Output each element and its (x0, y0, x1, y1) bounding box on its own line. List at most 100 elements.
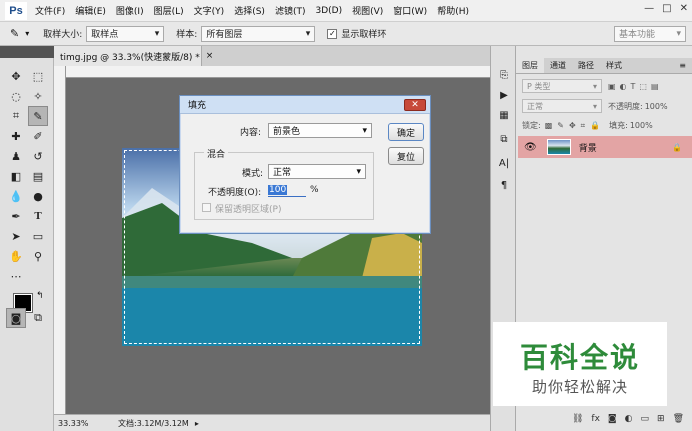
paragraph-panel-icon[interactable]: ¶ (494, 176, 514, 194)
screen-mode-icon[interactable]: ⧉ (28, 308, 48, 328)
delete-layer-icon[interactable]: 🗑 (673, 414, 684, 424)
zoom-level[interactable]: 33.33% (58, 419, 110, 428)
show-ring-checkbox[interactable]: ✓ (327, 28, 338, 39)
layer-name: 背景 (578, 143, 597, 154)
menu-filter[interactable]: 滤镜(T) (275, 4, 306, 17)
watermark-subtitle: 助你轻松解决 (531, 378, 628, 396)
panel-menu-icon[interactable]: ≡ (673, 58, 692, 73)
mode-label: 模式: (242, 169, 264, 179)
tab-styles[interactable]: 样式 (600, 58, 628, 73)
layer-opacity-value[interactable]: 100% (645, 102, 668, 111)
close-tab-icon[interactable]: × (206, 51, 214, 61)
preserve-transparency-label: 保留透明区域(P) (215, 205, 282, 215)
link-layers-icon[interactable]: ⛓ (572, 414, 583, 424)
menu-bar: Ps 文件(F) 编辑(E) 图像(I) 图层(L) 文字(Y) 选择(S) 滤… (0, 0, 692, 22)
menu-file[interactable]: 文件(F) (35, 4, 65, 17)
eyedropper-tool-icon[interactable]: ✎ (28, 106, 48, 126)
magic-wand-icon[interactable]: ✧ (28, 86, 48, 106)
more-tools-icon[interactable]: ⋯ (6, 266, 26, 286)
marquee-tool-icon[interactable]: ⬚ (28, 66, 48, 86)
dialog-close-button[interactable]: ✕ (404, 99, 426, 111)
ok-button[interactable]: 确定 (388, 123, 424, 141)
menu-edit[interactable]: 编辑(E) (75, 4, 106, 17)
fx-icon[interactable]: fx (591, 414, 600, 424)
layers-panel-footer: ⛓ fx ◙ ◐ ▭ ⊞ 🗑 (516, 406, 692, 431)
clone-stamp-icon[interactable]: ♟ (6, 146, 26, 166)
minimize-button[interactable]: — (644, 3, 654, 14)
layer-row-background[interactable]: 👁 背景 🔒 (518, 136, 692, 158)
menu-window[interactable]: 窗口(W) (393, 4, 427, 17)
menu-help[interactable]: 帮助(H) (437, 4, 469, 17)
new-layer-icon[interactable]: ⊞ (657, 414, 665, 424)
menu-select[interactable]: 选择(S) (234, 4, 265, 17)
opacity-input[interactable]: 100 (268, 183, 306, 197)
opacity-unit: % (310, 185, 319, 195)
eyedropper-icon[interactable]: ✎ (10, 27, 19, 40)
brush-tool-icon[interactable]: ✐ (28, 126, 48, 146)
tab-layers[interactable]: 图层 (516, 58, 544, 73)
adjustment-layer-icon[interactable]: ◐ (625, 414, 633, 424)
watermark: 百科全说 助你轻松解决 (493, 322, 667, 406)
sample-size-label: 取样大小: (43, 30, 83, 40)
menu-view[interactable]: 视图(V) (352, 4, 383, 17)
document-info: 文档:3.12M/3.12M (118, 418, 189, 428)
content-select[interactable]: 前景色 ▾ (268, 123, 372, 138)
quick-mask-icon[interactable]: ◙ (6, 308, 26, 328)
path-selection-icon[interactable]: ➤ (6, 226, 26, 246)
shape-tool-icon[interactable]: ▭ (28, 226, 48, 246)
sample-size-select[interactable]: 取样点 ▾ (86, 25, 165, 42)
menu-3d[interactable]: 3D(D) (315, 6, 342, 16)
blend-mode-select[interactable]: 正常 ▾ (522, 99, 602, 113)
workspace-select[interactable]: 基本功能 ▾ (614, 25, 686, 42)
reset-button[interactable]: 复位 (388, 147, 424, 165)
history-brush-icon[interactable]: ↺ (28, 146, 48, 166)
zoom-tool-icon[interactable]: ⚲ (28, 246, 48, 266)
tab-paths[interactable]: 路径 (572, 58, 600, 73)
maximize-button[interactable]: □ (662, 3, 671, 14)
preserve-transparency-checkbox[interactable] (202, 203, 211, 212)
dialog-title: 填充 (188, 101, 207, 111)
show-ring-label: 显示取样环 (341, 30, 387, 40)
chevron-down-icon: ▾ (305, 28, 311, 39)
close-window-button[interactable]: ✕ (680, 3, 688, 14)
vertical-ruler (54, 66, 66, 414)
dodge-tool-icon[interactable]: ● (28, 186, 48, 206)
clone-source-icon[interactable]: ⧉ (494, 130, 514, 148)
character-panel-icon[interactable]: A| (494, 154, 514, 172)
fill-dialog: 填充 ✕ 内容: 前景色 ▾ 确定 复位 混合 模式: 正常 ▾ 不透明度(O): … (179, 95, 431, 234)
crop-tool-icon[interactable]: ⌗ (6, 106, 26, 126)
menu-type[interactable]: 文字(Y) (194, 4, 225, 17)
history-panel-icon[interactable]: ⎘ (494, 66, 514, 84)
healing-brush-icon[interactable]: ✚ (6, 126, 26, 146)
move-tool-icon[interactable]: ✥ (6, 66, 26, 86)
tool-preset-dropdown-icon[interactable]: ▾ (25, 29, 29, 38)
menu-layer[interactable]: 图层(L) (154, 4, 184, 17)
sample-select[interactable]: 所有图层 ▾ (201, 25, 316, 42)
layer-filter-select[interactable]: P 类型 ▾ (522, 79, 602, 93)
type-tool-icon[interactable]: T (28, 206, 48, 226)
filter-icons[interactable]: ▣◐T⬚▤ (608, 82, 663, 91)
gradient-tool-icon[interactable]: ▤ (28, 166, 48, 186)
eye-icon[interactable]: 👁 (524, 142, 537, 153)
menu-image[interactable]: 图像(I) (116, 4, 144, 17)
hand-tool-icon[interactable]: ✋ (6, 246, 26, 266)
chevron-down-icon: ▾ (362, 125, 367, 136)
pen-tool-icon[interactable]: ✒ (6, 206, 26, 226)
fill-value[interactable]: 100% (630, 121, 653, 130)
new-group-icon[interactable]: ▭ (641, 414, 650, 424)
opacity-label: 不透明度(O): (208, 188, 262, 198)
lasso-tool-icon[interactable]: ◌ (6, 86, 26, 106)
photoshop-logo: Ps (5, 1, 27, 20)
properties-panel-icon[interactable]: ▦ (494, 106, 514, 124)
mode-select[interactable]: 正常 ▾ (268, 164, 366, 179)
blur-tool-icon[interactable]: 💧 (6, 186, 26, 206)
tab-channels[interactable]: 通道 (544, 58, 572, 73)
add-mask-icon[interactable]: ◙ (608, 414, 617, 424)
document-tab[interactable]: timg.jpg @ 33.3%(快速蒙版/8) * × (54, 46, 213, 66)
lock-icons[interactable]: ▩✎✥⌗🔒 (545, 121, 605, 131)
swap-colors-icon[interactable]: ↰ (36, 291, 44, 301)
layer-opacity-label: 不透明度: (608, 101, 643, 111)
status-menu-icon[interactable]: ▸ (195, 419, 199, 428)
eraser-tool-icon[interactable]: ◧ (6, 166, 26, 186)
actions-play-icon[interactable]: ▶ (494, 86, 514, 104)
